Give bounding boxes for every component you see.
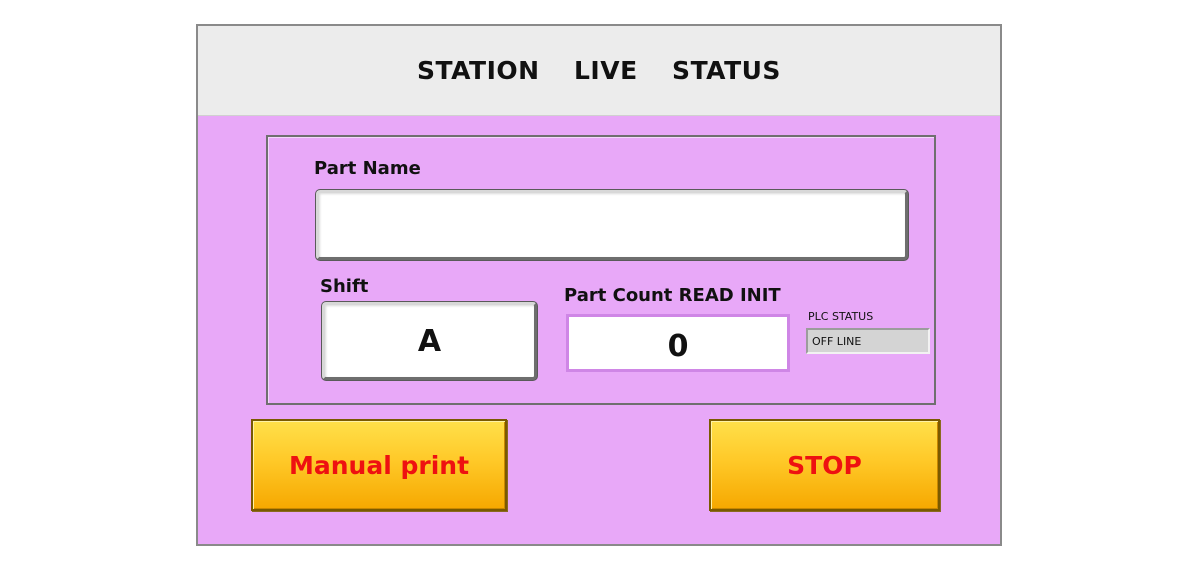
stop-button[interactable]: STOP	[709, 419, 940, 511]
manual-print-label: Manual print	[288, 450, 470, 480]
panel-title: STATION LIVE STATUS	[417, 56, 781, 85]
part-count-label: Part Count READ INIT	[564, 285, 781, 306]
shift-value: A	[417, 323, 442, 359]
plc-status-label: PLC STATUS	[808, 310, 874, 323]
panel-header: STATION LIVE STATUS	[198, 26, 1000, 116]
stop-label: STOP	[787, 450, 862, 480]
station-info-group: Part Name Shift A Part Count READ INIT 0…	[266, 135, 936, 405]
shift-label: Shift	[320, 276, 369, 297]
plc-status-indicator: OFF LINE	[806, 328, 930, 354]
part-name-label: Part Name	[314, 158, 421, 179]
station-live-status-panel: STATION LIVE STATUS Part Name Shift A Pa…	[196, 24, 1002, 546]
shift-field[interactable]: A	[322, 302, 537, 380]
part-count-value: 0	[667, 328, 689, 364]
manual-print-button[interactable]: Manual print	[251, 419, 507, 511]
part-name-field[interactable]	[316, 190, 908, 260]
part-count-field[interactable]: 0	[566, 314, 790, 372]
